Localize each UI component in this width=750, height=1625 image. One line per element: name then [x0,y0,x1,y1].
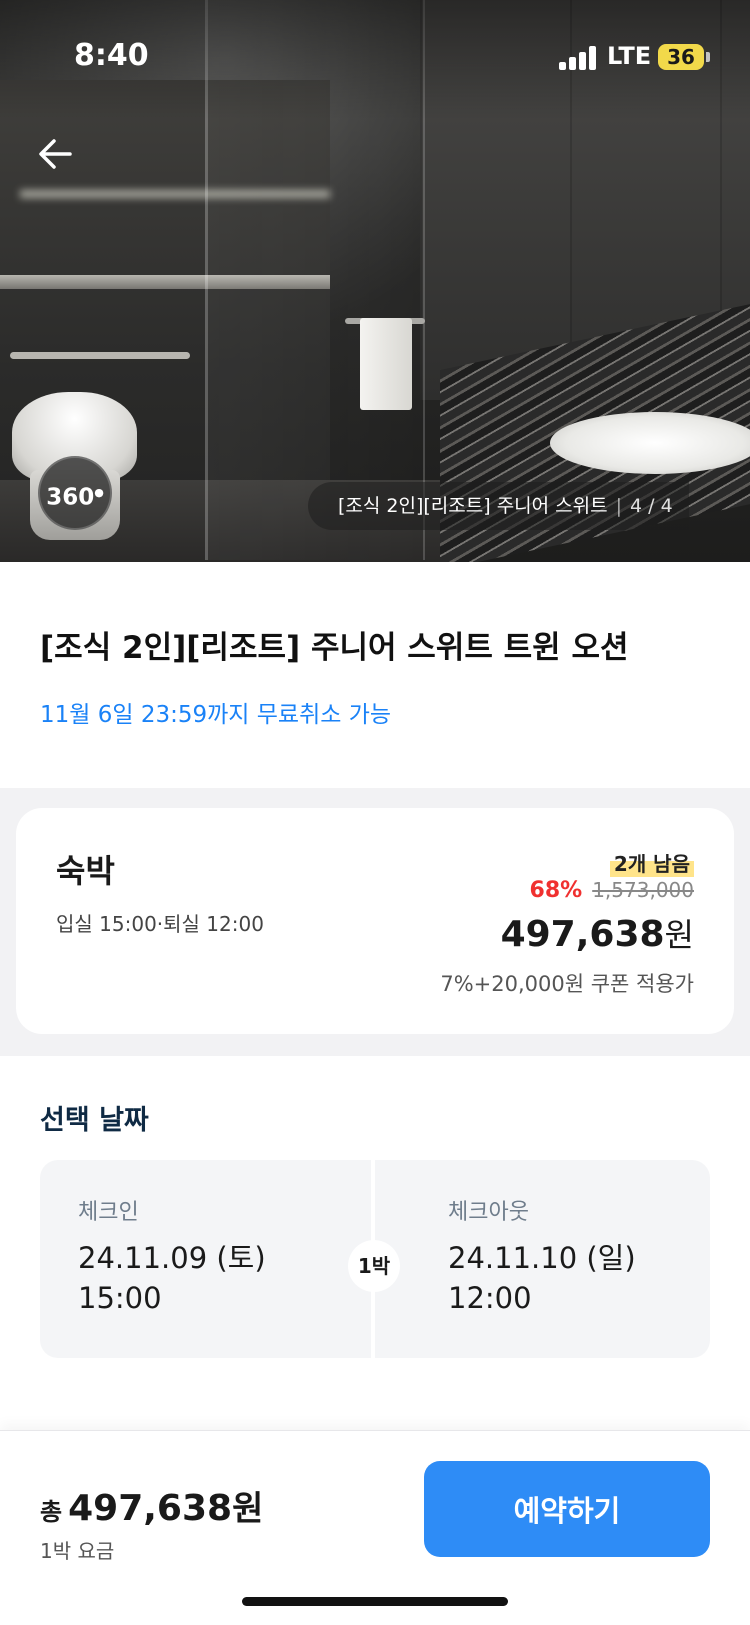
back-button[interactable] [36,134,76,174]
sale-price-currency: 원 [664,916,694,954]
check-out-time: 12:00 [448,1281,532,1315]
photo-caption-text: [조식 2인][리조트] 주니어 스위트 [338,495,608,517]
cellular-signal-icon [559,46,599,70]
photo-handrail [10,352,190,359]
caption-separator: | [615,495,623,517]
total-amount: 497,638 [68,1488,233,1529]
discount-rate: 68% [529,878,583,903]
discount-row: 68% 1,573,000 [530,878,694,903]
check-in-label: 체크인 [78,1200,139,1225]
sale-price: 497,638원 [501,910,694,956]
check-in-time: 15:00 [78,1281,162,1315]
check-out-column[interactable]: 체크아웃 24.11.10 (일) 12:00 [448,1194,636,1318]
nights-badge: 1박 [348,1240,400,1292]
selected-dates-title: 선택 날짜 [40,1105,149,1136]
check-out-label: 체크아웃 [448,1200,529,1225]
photo-caption: [조식 2인][리조트] 주니어 스위트 | 4 / 4 [308,482,689,530]
network-type: LTE [607,42,652,70]
battery-nub [706,52,710,62]
bottom-booking-bar: 총 497,638원 1박 요금 예약하기 [0,1430,750,1625]
free-cancel-notice: 11월 6일 23:59까지 무료취소 가능 [40,702,392,728]
arrow-left-icon [39,139,72,169]
total-price: 총 497,638원 [40,1481,263,1530]
view-360-label: 360 [46,484,95,511]
room-title: [조식 2인][리조트] 주니어 스위트 트윈 오션 [40,630,629,666]
home-indicator [242,1597,508,1606]
date-selector[interactable]: 체크인 24.11.09 (토) 15:00 1박 체크아웃 24.11.10 … [40,1160,710,1358]
room-photo[interactable] [0,0,750,562]
book-button[interactable]: 예약하기 [424,1461,710,1557]
battery-icon: 36 [658,44,704,70]
stay-offer-card[interactable]: 숙박 입실 15:00·퇴실 12:00 2개 남음 68% 1,573,000 … [16,808,734,1034]
total-currency: 원 [232,1489,264,1529]
total-prefix: 총 [40,1498,63,1526]
photo-towel [360,318,412,410]
image-counter: 4 / 4 [630,495,673,517]
check-in-column[interactable]: 체크인 24.11.09 (토) 15:00 [78,1194,266,1318]
offer-type: 숙박 [56,852,115,890]
status-time: 8:40 [74,38,149,73]
original-price: 1,573,000 [592,878,694,902]
rooms-remaining-badge: 2개 남음 [609,848,694,877]
check-in-date: 24.11.09 (토) [78,1241,266,1275]
check-out-date: 24.11.10 (일) [448,1241,636,1275]
sale-price-amount: 497,638 [500,914,665,955]
photo-sink [550,412,750,474]
coupon-note: 7%+20,000원 쿠폰 적용가 [440,972,694,996]
checkin-checkout-times: 입실 15:00·퇴실 12:00 [56,912,264,936]
per-night-label: 1박 요금 [40,1539,115,1563]
degree-icon: ● [94,486,104,499]
view-360-button[interactable]: 360● [38,456,112,530]
